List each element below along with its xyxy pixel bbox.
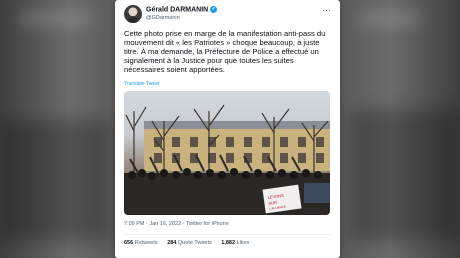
retweets-stat[interactable]: 656 Retweets: [124, 240, 158, 246]
quotes-label: Quote Tweets: [177, 240, 212, 246]
quotes-count: 284: [167, 240, 177, 246]
more-horizontal-icon[interactable]: ···: [322, 5, 331, 15]
likes-label: Likes: [236, 240, 250, 246]
author-handle[interactable]: @GDarmanin: [146, 15, 180, 21]
tweet-card: Gérald DARMANIN ✓ @GDarmanin ··· Cette ph…: [115, 0, 340, 258]
background-blur-shape: [20, 10, 90, 28]
likes-count: 1,882: [221, 240, 236, 246]
background-blur-shape: [350, 110, 460, 240]
author-name-line[interactable]: Gérald DARMANIN ✓: [146, 6, 218, 13]
background-blur-shape: [0, 120, 110, 240]
protest-banner: LEVONS SUR L'ALLIANCE: [262, 184, 302, 214]
tweet-stats: 656 Retweets 284 Quote Tweets 1,882 Like…: [124, 240, 257, 246]
retweets-label: Retweets: [134, 240, 158, 246]
parked-car: [304, 183, 330, 203]
translate-tweet-link[interactable]: Translate Tweet: [124, 81, 159, 87]
tweet-photo[interactable]: LEVONS SUR L'ALLIANCE: [124, 91, 330, 215]
divider: [124, 234, 331, 235]
building-facade: [144, 127, 330, 171]
tweet-text: Cette photo prise en marge de la manifes…: [124, 29, 326, 75]
photo-illustration: LEVONS SUR L'ALLIANCE: [124, 104, 330, 215]
tweet-header: Gérald DARMANIN ✓ @GDarmanin ···: [124, 5, 331, 27]
quote-tweets-stat[interactable]: 284 Quote Tweets: [167, 240, 212, 246]
author-name[interactable]: Gérald DARMANIN: [146, 6, 208, 13]
tweet-timestamp[interactable]: 7:09 PM · Jan 16, 2022 · Twitter for iPh…: [124, 221, 229, 227]
avatar[interactable]: [124, 5, 142, 23]
background-blur-shape: [360, 10, 420, 28]
verified-badge-icon: ✓: [210, 6, 218, 13]
retweets-count: 656: [124, 240, 134, 246]
likes-stat[interactable]: 1,882 Likes: [221, 240, 249, 246]
